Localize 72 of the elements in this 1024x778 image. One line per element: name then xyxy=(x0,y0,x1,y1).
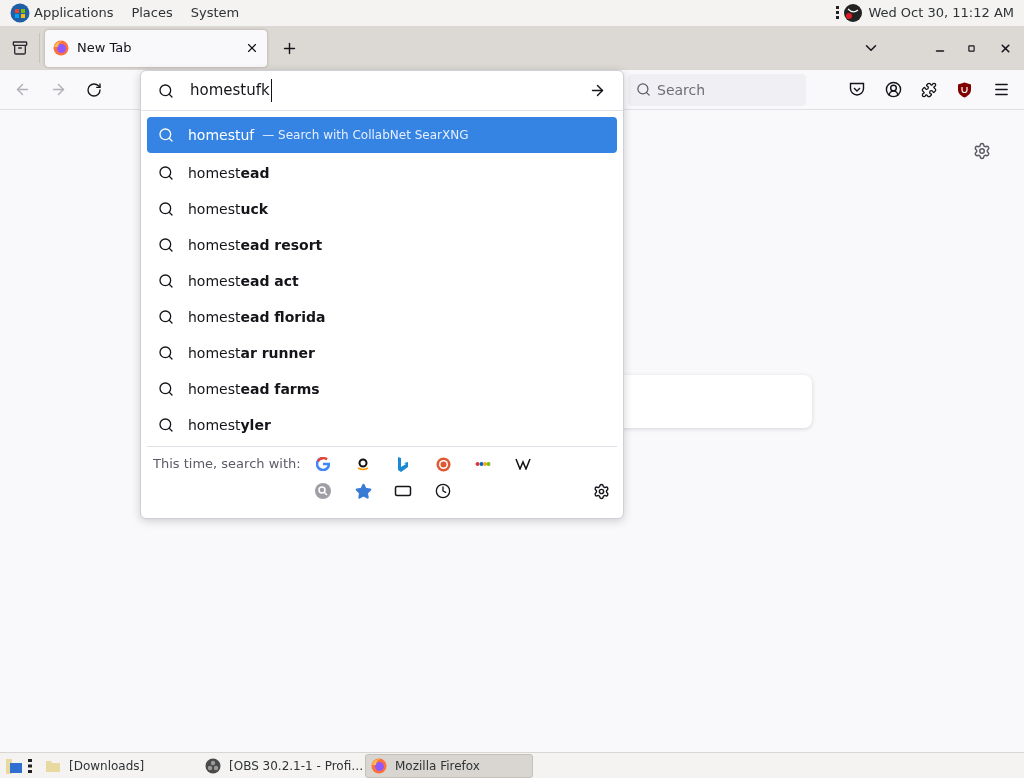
suggestion-item[interactable]: homestead resort xyxy=(147,227,617,263)
taskbar-button[interactable]: [OBS 30.2.1-1 - Profi… xyxy=(200,753,365,778)
search-icon xyxy=(158,417,174,433)
suggestion-item[interactable]: homestead farms xyxy=(147,371,617,407)
search-icon xyxy=(158,127,174,143)
suggestion-text: homestead xyxy=(188,163,270,183)
suggestion-item[interactable]: homestuf — Search with CollabNet SearXNG xyxy=(147,117,617,153)
ebay-icon[interactable] xyxy=(475,460,491,468)
address-text: homestufk xyxy=(190,79,272,102)
suggestion-item[interactable]: homestyler xyxy=(147,407,617,443)
suggestion-item[interactable]: homestuck xyxy=(147,191,617,227)
amazon-icon[interactable] xyxy=(356,457,370,471)
show-desktop-icon[interactable] xyxy=(6,756,22,775)
suggestion-text: homestead farms xyxy=(188,379,320,399)
suggestion-action: — Search with CollabNet SearXNG xyxy=(262,127,469,144)
shield-icon[interactable] xyxy=(957,81,972,98)
search-icon xyxy=(636,81,651,97)
suggestion-text: homestyler xyxy=(188,415,271,435)
reload-icon[interactable] xyxy=(86,81,102,98)
suggestion-text: homestuck xyxy=(188,199,269,219)
panel-menu[interactable]: Places xyxy=(131,3,173,23)
address-field[interactable]: homestufk xyxy=(141,71,623,111)
browser-tab[interactable]: New Tab xyxy=(45,29,267,67)
maximize-icon[interactable] xyxy=(968,44,975,52)
applications-icon[interactable] xyxy=(10,3,30,23)
pocket-icon[interactable] xyxy=(849,82,865,97)
search-icon xyxy=(158,82,174,99)
account-icon[interactable] xyxy=(885,81,902,98)
engines-label: This time, search with: xyxy=(153,455,302,474)
wikipedia-icon[interactable] xyxy=(515,458,531,470)
suggestion-item[interactable]: homestead act xyxy=(147,263,617,299)
history-icon[interactable] xyxy=(435,483,451,499)
suggestion-text: homestead resort xyxy=(188,235,323,255)
search-icon xyxy=(158,345,174,361)
settings-icon[interactable] xyxy=(593,482,610,500)
duckduckgo-icon[interactable] xyxy=(435,456,451,472)
suggestion-item[interactable]: homestar runner xyxy=(147,335,617,371)
go-icon[interactable] xyxy=(589,82,606,99)
panel-menu[interactable]: Applications xyxy=(34,3,114,23)
close-tab-icon[interactable] xyxy=(245,41,259,55)
search-field[interactable]: Search xyxy=(628,73,806,106)
menu-icon[interactable] xyxy=(993,81,1010,98)
search-engine-icon[interactable] xyxy=(315,483,331,499)
search-icon xyxy=(158,165,174,181)
suggestion-text: homestead florida xyxy=(188,307,326,327)
close-window-icon[interactable] xyxy=(999,41,1012,55)
taskbar-button[interactable]: Mozilla Firefox xyxy=(365,753,533,778)
suggestion-text: homestead act xyxy=(188,271,299,291)
firefox-icon xyxy=(53,40,69,56)
search-icon xyxy=(158,273,174,289)
clock[interactable]: Wed Oct 30, 11:12 AM xyxy=(868,3,1014,23)
extensions-icon[interactable] xyxy=(921,81,937,98)
search-icon xyxy=(158,237,174,253)
google-icon[interactable] xyxy=(316,457,330,471)
tab-list-icon xyxy=(12,40,28,56)
search-icon xyxy=(158,381,174,397)
suggestion-item[interactable]: homestead florida xyxy=(147,299,617,335)
drag-handle-icon[interactable] xyxy=(28,757,32,774)
taskbar-button[interactable]: [Downloads] xyxy=(40,753,200,778)
bookmarks-icon[interactable] xyxy=(354,482,372,500)
firefox-icon xyxy=(371,757,387,774)
search-icon xyxy=(158,309,174,325)
search-icon xyxy=(158,201,174,217)
panel-menu[interactable]: System xyxy=(190,3,240,23)
suggestion-text: homestuf xyxy=(188,125,255,145)
tab-title: New Tab xyxy=(77,39,133,58)
settings-icon[interactable] xyxy=(973,142,991,160)
obs-icon xyxy=(205,757,221,774)
suggestion-text: homestar runner xyxy=(188,343,315,363)
obs-tray-icon[interactable] xyxy=(836,3,865,23)
suggestion-item[interactable]: homestead xyxy=(147,155,617,191)
bing-icon[interactable] xyxy=(397,456,409,472)
